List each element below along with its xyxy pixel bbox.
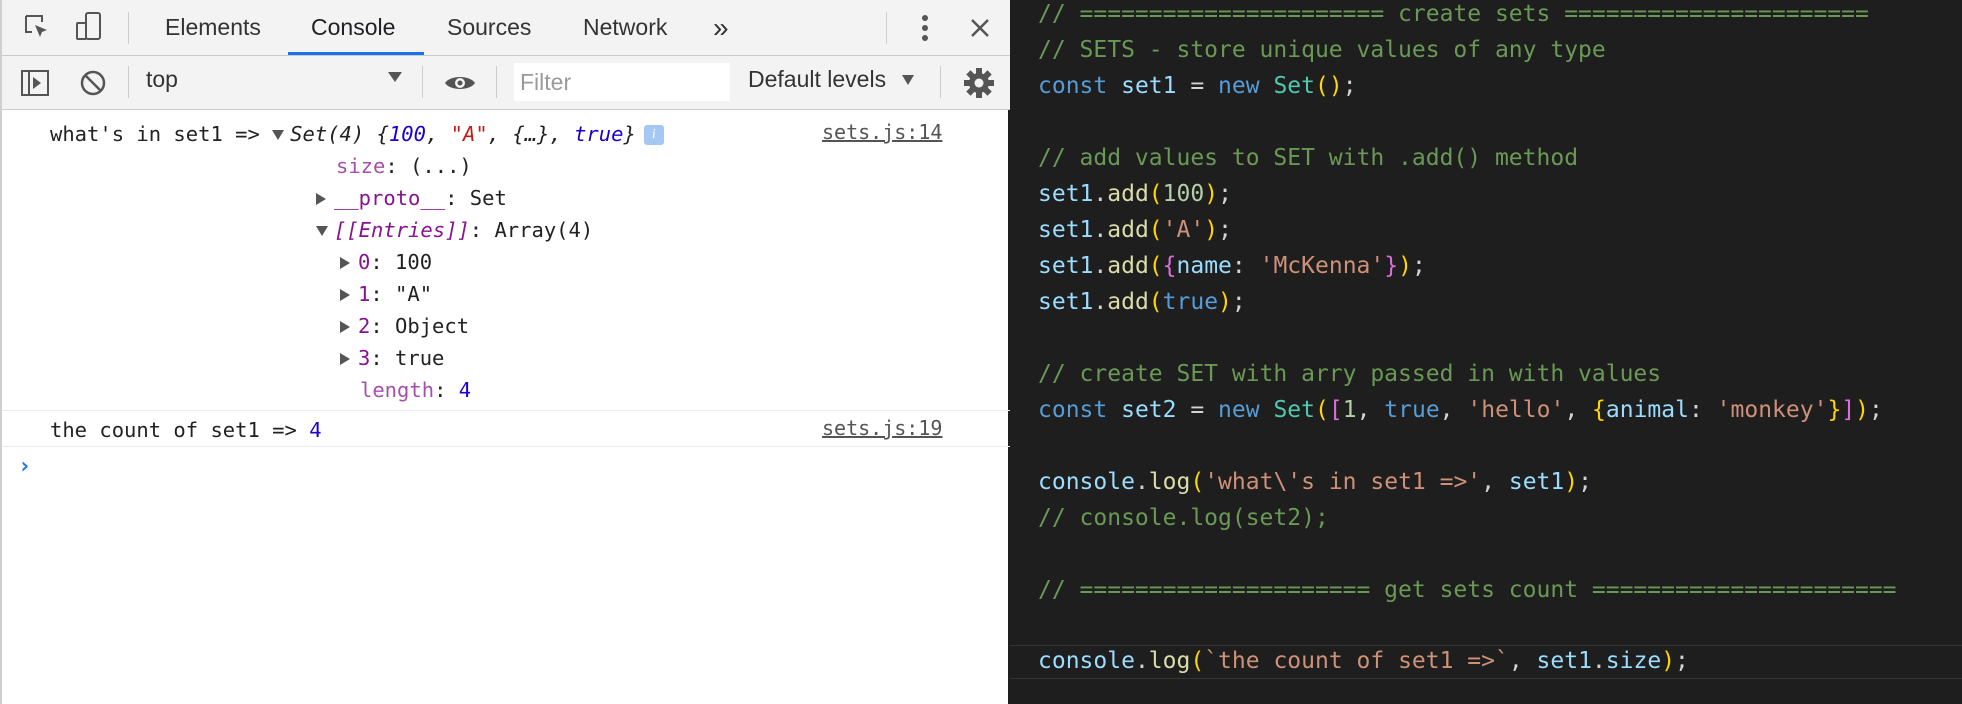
show-sidebar-icon[interactable] xyxy=(18,66,52,100)
expand-triangle-icon[interactable] xyxy=(316,193,326,205)
inspect-element-icon[interactable] xyxy=(20,12,54,42)
clear-console-icon[interactable] xyxy=(76,66,110,100)
log-levels-dropdown[interactable]: Default levels xyxy=(748,66,886,93)
code-line: console.log('what\'s in set1 =>', set1); xyxy=(1038,469,1592,495)
code-line: console.log(`the count of set1 =>`, set1… xyxy=(1038,648,1689,674)
tree-row-proto[interactable]: __proto__: Set xyxy=(316,186,507,210)
more-tabs-button[interactable]: » xyxy=(713,0,729,55)
code-line: // console.log(set2); xyxy=(1038,505,1329,531)
tree-row-entry[interactable]: 2: Object xyxy=(340,314,469,338)
gear-icon[interactable] xyxy=(960,64,998,102)
tree-row-entries[interactable]: [[Entries]]: Array(4) xyxy=(316,218,593,242)
toolbar-separator xyxy=(496,66,497,98)
code-line: set1.add(100); xyxy=(1038,181,1232,207)
set-value: {…} xyxy=(512,122,550,146)
close-icon[interactable] xyxy=(964,12,996,44)
toolbar-separator xyxy=(128,66,129,98)
source-link[interactable]: sets.js:14 xyxy=(822,120,942,144)
code-editor[interactable]: // ====================== create sets ==… xyxy=(1010,0,1962,704)
expand-triangle-icon[interactable] xyxy=(340,353,350,365)
code-line: // create SET with arry passed in with v… xyxy=(1038,361,1662,387)
expand-triangle-icon[interactable] xyxy=(272,130,285,140)
brace: } xyxy=(623,122,636,146)
code-line: // ===================== get sets count … xyxy=(1038,577,1897,603)
tree-row-entry[interactable]: 0: 100 xyxy=(340,250,432,274)
expand-triangle-icon[interactable] xyxy=(340,289,350,301)
filter-input[interactable]: Filter xyxy=(514,63,730,101)
code-line: const set2 = new Set([1, true, 'hello', … xyxy=(1038,397,1883,423)
tabbar-separator xyxy=(886,12,887,44)
brace: { xyxy=(376,122,389,146)
log-entry-count: the count of set1 => 4 xyxy=(50,418,322,442)
toolbar-separator xyxy=(940,66,941,98)
code-line: // SETS - store unique values of any typ… xyxy=(1038,37,1606,63)
code-line: set1.add({name: 'McKenna'}); xyxy=(1038,253,1426,279)
expand-triangle-icon[interactable] xyxy=(340,321,350,333)
expand-triangle-icon[interactable] xyxy=(316,226,328,236)
log-entry-set1[interactable]: what's in set1 => Set(4) {100, "A", {…},… xyxy=(50,122,664,146)
tab-console[interactable]: Console xyxy=(311,0,395,55)
log-text: what's in set1 => xyxy=(50,122,260,146)
chevron-down-icon xyxy=(388,72,402,82)
tab-network[interactable]: Network xyxy=(583,0,667,55)
info-icon[interactable]: i xyxy=(643,125,664,145)
eye-icon[interactable] xyxy=(440,66,480,100)
kebab-menu-icon[interactable] xyxy=(910,12,940,44)
chevron-down-icon xyxy=(902,75,914,85)
code-line: // add values to SET with .add() method xyxy=(1038,145,1579,171)
code-line: const set1 = new Set(); xyxy=(1038,73,1357,99)
tree-row-length: length: 4 xyxy=(360,378,472,402)
set-label: Set(4) xyxy=(290,122,365,146)
source-link[interactable]: sets.js:19 xyxy=(822,416,942,440)
tree-row-entry[interactable]: 3: true xyxy=(340,346,444,370)
device-toolbar-icon[interactable] xyxy=(72,10,106,44)
tab-elements[interactable]: Elements xyxy=(165,0,261,55)
log-divider xyxy=(2,446,1010,447)
devtools-panel: Elements Console Sources Network » top F… xyxy=(0,0,1010,704)
set-value: 100 xyxy=(388,122,426,146)
code-line: set1.add(true); xyxy=(1038,289,1246,315)
code-line: set1.add('A'); xyxy=(1038,217,1232,243)
tree-row-entry[interactable]: 1: "A" xyxy=(340,282,432,306)
console-prompt[interactable]: › xyxy=(18,454,31,479)
set-value: true xyxy=(574,122,624,146)
devtools-tabbar: Elements Console Sources Network » xyxy=(2,0,1010,56)
tree-row-size: size: (...) xyxy=(336,154,472,178)
active-tab-indicator xyxy=(288,52,424,55)
context-selector[interactable]: top xyxy=(146,66,178,93)
tabbar-separator xyxy=(128,12,129,44)
code-line: // ====================== create sets ==… xyxy=(1038,1,1869,27)
log-divider xyxy=(2,410,1010,411)
expand-triangle-icon[interactable] xyxy=(340,257,350,269)
tab-sources[interactable]: Sources xyxy=(447,0,531,55)
toolbar-separator xyxy=(422,66,423,98)
set-value: "A" xyxy=(450,122,488,146)
